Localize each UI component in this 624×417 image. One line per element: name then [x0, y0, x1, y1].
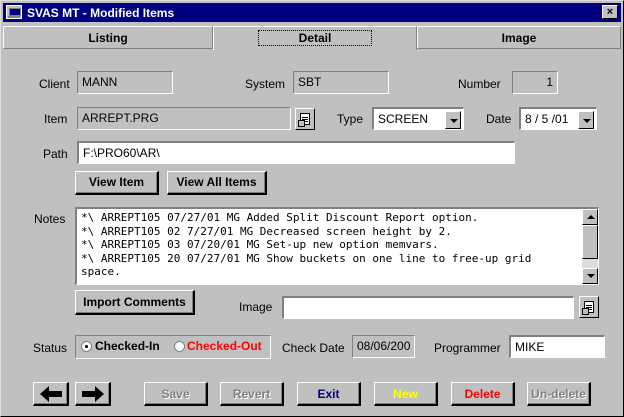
- checked-out-label[interactable]: Checked-Out: [187, 339, 262, 353]
- notes-textarea[interactable]: *\ ARREPT105 07/27/01 MG Added Split Dis…: [75, 207, 599, 285]
- programmer-input[interactable]: MIKE: [509, 335, 605, 358]
- new-button[interactable]: New: [374, 382, 438, 406]
- item-label: Item: [44, 112, 68, 126]
- window-title: SVAS MT - Modified Items: [27, 6, 175, 20]
- close-button[interactable]: ×: [602, 5, 618, 19]
- exit-button[interactable]: Exit: [297, 382, 361, 406]
- tab-detail-label: Detail: [257, 30, 373, 46]
- date-label: Date: [486, 112, 512, 126]
- check-date-field[interactable]: 08/06/200: [352, 335, 415, 358]
- path-input[interactable]: F:\PRO60\AR\: [77, 141, 515, 164]
- type-label: Type: [337, 112, 364, 126]
- chevron-down-icon[interactable]: [445, 111, 461, 129]
- browse-file-icon: [582, 301, 594, 315]
- tab-listing-label: Listing: [88, 31, 128, 45]
- checked-in-radio[interactable]: [81, 341, 92, 352]
- date-select-value: 8 / 5 /01: [525, 112, 569, 126]
- import-comments-button[interactable]: Import Comments: [75, 290, 195, 315]
- tab-listing[interactable]: Listing: [3, 26, 213, 49]
- undelete-button[interactable]: Un-delete: [527, 382, 591, 406]
- scroll-up-icon[interactable]: [582, 209, 598, 225]
- system-label: System: [245, 77, 286, 91]
- tab-detail[interactable]: Detail: [213, 26, 417, 50]
- system-field[interactable]: SBT: [293, 71, 389, 94]
- type-select-value: SCREEN: [378, 112, 429, 126]
- image-label: Image: [239, 300, 273, 314]
- notes-line: *\ ARREPT105 02 7/27/01 MG Decreased scr…: [81, 224, 452, 238]
- tab-image-label: Image: [501, 31, 537, 45]
- delete-button[interactable]: Delete: [451, 382, 515, 406]
- previous-record-button[interactable]: [33, 382, 69, 406]
- notes-line: *\ ARREPT105 20 07/27/01 MG Show buckets…: [81, 251, 532, 265]
- programmer-label: Programmer: [434, 341, 501, 355]
- notes-scrollbar[interactable]: [582, 209, 598, 284]
- next-record-button[interactable]: [75, 382, 111, 406]
- save-button[interactable]: Save: [144, 382, 208, 406]
- notes-label: Notes: [34, 212, 66, 226]
- image-browse-button[interactable]: [579, 296, 599, 318]
- view-all-items-button[interactable]: View All Items: [167, 171, 267, 195]
- checked-in-label[interactable]: Checked-In: [95, 339, 160, 353]
- chevron-down-icon[interactable]: [578, 111, 594, 129]
- tab-image[interactable]: Image: [417, 26, 621, 49]
- status-label: Status: [33, 341, 68, 355]
- item-field[interactable]: ARREPT.PRG: [77, 107, 291, 130]
- arrow-left-icon: [40, 386, 62, 402]
- image-input[interactable]: [282, 296, 574, 319]
- view-item-button[interactable]: View Item: [75, 171, 159, 195]
- type-select[interactable]: SCREEN: [372, 107, 464, 130]
- item-browse-button[interactable]: [295, 108, 315, 130]
- check-date-label: Check Date: [282, 341, 345, 355]
- status-radio-group: Checked-In Checked-Out: [75, 335, 271, 359]
- client-label: Client: [39, 77, 70, 91]
- checked-out-radio[interactable]: [174, 341, 185, 352]
- title-bar: SVAS MT - Modified Items ×: [3, 3, 621, 22]
- path-label: Path: [43, 147, 68, 161]
- scroll-down-icon[interactable]: [582, 268, 598, 284]
- scroll-thumb[interactable]: [582, 225, 598, 259]
- arrow-right-icon: [82, 386, 104, 402]
- client-field[interactable]: MANN: [77, 71, 173, 94]
- notes-line: space.: [81, 265, 121, 278]
- notes-text: *\ ARREPT105 07/27/01 MG Added Split Dis…: [81, 211, 581, 279]
- main-window: SVAS MT - Modified Items × Listing Detai…: [0, 0, 624, 417]
- browse-file-icon: [298, 113, 310, 127]
- number-label: Number: [458, 77, 501, 91]
- app-icon: [6, 5, 22, 19]
- notes-line: *\ ARREPT105 07/27/01 MG Added Split Dis…: [81, 211, 479, 224]
- number-field[interactable]: 1: [512, 71, 558, 94]
- date-select[interactable]: 8 / 5 /01: [519, 107, 597, 130]
- notes-line: *\ ARREPT105 03 07/20/01 MG Set-up new o…: [81, 238, 439, 251]
- revert-button[interactable]: Revert: [220, 382, 284, 406]
